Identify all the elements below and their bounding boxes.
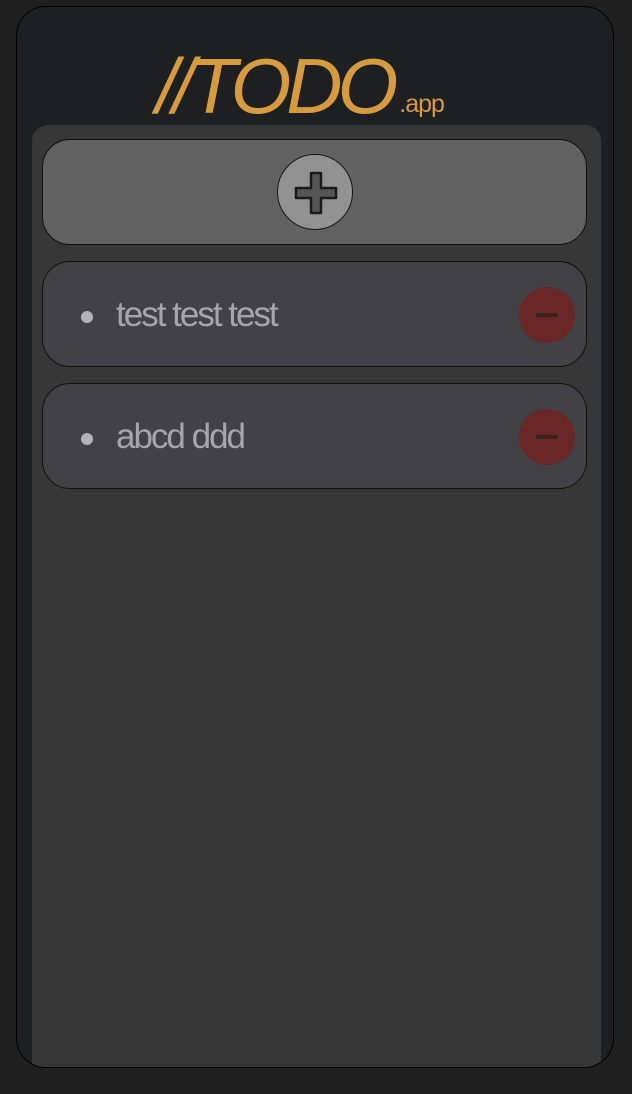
todo-item: abcd ddd [42, 383, 587, 489]
logo-title: //TODO [156, 42, 398, 130]
plus-icon [294, 171, 337, 215]
minus-icon [536, 435, 558, 439]
app-logo: //TODO .app [17, 35, 613, 125]
logo-suffix: .app [399, 90, 445, 118]
todo-list-panel: test test test abcd ddd [32, 125, 601, 1067]
remove-todo-button[interactable] [519, 287, 575, 343]
remove-todo-button[interactable] [519, 409, 575, 465]
app-window: //TODO .app test test test abcd ddd [16, 6, 614, 1068]
todo-text: abcd ddd [116, 417, 246, 456]
bullet-icon [81, 433, 93, 445]
todo-item: test test test [42, 261, 587, 367]
todo-text: test test test [116, 295, 279, 334]
add-todo-row[interactable] [42, 139, 587, 245]
bullet-icon [81, 311, 93, 323]
add-todo-button[interactable] [276, 154, 353, 230]
minus-icon [536, 313, 558, 317]
